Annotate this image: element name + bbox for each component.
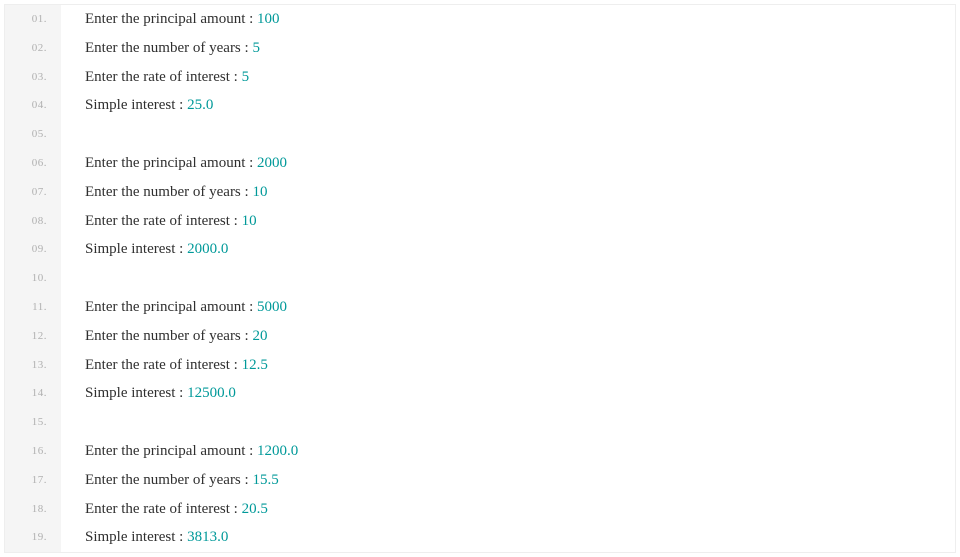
text-token: Enter the principal amount : [85, 299, 257, 315]
line-number: 10. [5, 264, 61, 293]
code-line: 18.Enter the rate of interest : 20.5 [5, 495, 955, 524]
line-number: 14. [5, 379, 61, 408]
line-content [61, 264, 89, 293]
code-line: 15. [5, 408, 955, 437]
text-token [85, 126, 89, 142]
number-literal: 12.5 [242, 357, 268, 373]
code-line: 01.Enter the principal amount : 100 [5, 5, 955, 34]
code-line: 12.Enter the number of years : 20 [5, 322, 955, 351]
code-line: 14.Simple interest : 12500.0 [5, 379, 955, 408]
number-literal: 100 [257, 11, 280, 27]
line-content: Enter the principal amount : 1200.0 [61, 437, 298, 466]
code-line: 02.Enter the number of years : 5 [5, 34, 955, 63]
line-content [61, 120, 89, 149]
line-number: 12. [5, 322, 61, 351]
number-literal: 12500.0 [187, 385, 236, 401]
code-output-block: 01.Enter the principal amount : 10002.En… [4, 4, 956, 553]
number-literal: 20.5 [242, 501, 268, 517]
text-token: Enter the rate of interest : [85, 501, 242, 517]
number-literal: 25.0 [187, 97, 213, 113]
line-number: 06. [5, 149, 61, 178]
line-number: 03. [5, 63, 61, 92]
line-content: Enter the number of years : 20 [61, 322, 267, 351]
line-number: 07. [5, 178, 61, 207]
number-literal: 2000.0 [187, 241, 228, 257]
line-number: 19. [5, 523, 61, 552]
line-content: Enter the rate of interest : 12.5 [61, 351, 268, 380]
number-literal: 10 [242, 213, 257, 229]
number-literal: 3813.0 [187, 529, 228, 545]
text-token: Enter the principal amount : [85, 155, 257, 171]
text-token: Simple interest : [85, 97, 187, 113]
code-line: 10. [5, 264, 955, 293]
code-line: 05. [5, 120, 955, 149]
code-line: 07.Enter the number of years : 10 [5, 178, 955, 207]
text-token: Simple interest : [85, 385, 187, 401]
code-line: 06.Enter the principal amount : 2000 [5, 149, 955, 178]
line-number: 09. [5, 235, 61, 264]
text-token: Enter the principal amount : [85, 443, 257, 459]
text-token: Enter the number of years : [85, 472, 252, 488]
code-line: 19.Simple interest : 3813.0 [5, 523, 955, 552]
text-token [85, 414, 89, 430]
line-content: Enter the principal amount : 2000 [61, 149, 287, 178]
line-content: Enter the rate of interest : 5 [61, 63, 249, 92]
text-token: Enter the rate of interest : [85, 69, 242, 85]
number-literal: 20 [252, 328, 267, 344]
line-number: 01. [5, 5, 61, 34]
text-token: Enter the number of years : [85, 328, 252, 344]
line-number: 15. [5, 408, 61, 437]
line-content: Simple interest : 3813.0 [61, 523, 228, 552]
line-content: Simple interest : 12500.0 [61, 379, 236, 408]
line-content [61, 408, 89, 437]
line-content: Enter the number of years : 15.5 [61, 466, 279, 495]
line-content: Enter the number of years : 5 [61, 34, 260, 63]
text-token: Simple interest : [85, 529, 187, 545]
text-token: Simple interest : [85, 241, 187, 257]
number-literal: 5000 [257, 299, 287, 315]
line-content: Enter the rate of interest : 20.5 [61, 495, 268, 524]
code-line: 03.Enter the rate of interest : 5 [5, 63, 955, 92]
text-token: Enter the number of years : [85, 40, 252, 56]
text-token: Enter the number of years : [85, 184, 252, 200]
line-number: 16. [5, 437, 61, 466]
line-content: Enter the rate of interest : 10 [61, 207, 257, 236]
line-number: 08. [5, 207, 61, 236]
text-token: Enter the principal amount : [85, 11, 257, 27]
line-number: 02. [5, 34, 61, 63]
code-line: 16.Enter the principal amount : 1200.0 [5, 437, 955, 466]
line-content: Enter the principal amount : 5000 [61, 293, 287, 322]
code-line: 17.Enter the number of years : 15.5 [5, 466, 955, 495]
line-content: Enter the principal amount : 100 [61, 5, 280, 34]
number-literal: 10 [252, 184, 267, 200]
line-content: Simple interest : 2000.0 [61, 235, 228, 264]
number-literal: 5 [252, 40, 260, 56]
line-content: Enter the number of years : 10 [61, 178, 267, 207]
text-token: Enter the rate of interest : [85, 357, 242, 373]
line-number: 18. [5, 495, 61, 524]
code-line: 04.Simple interest : 25.0 [5, 91, 955, 120]
text-token: Enter the rate of interest : [85, 213, 242, 229]
code-line: 08.Enter the rate of interest : 10 [5, 207, 955, 236]
line-number: 11. [5, 293, 61, 322]
number-literal: 5 [242, 69, 250, 85]
line-content: Simple interest : 25.0 [61, 91, 213, 120]
number-literal: 15.5 [252, 472, 278, 488]
line-number: 05. [5, 120, 61, 149]
number-literal: 2000 [257, 155, 287, 171]
number-literal: 1200.0 [257, 443, 298, 459]
line-number: 04. [5, 91, 61, 120]
code-line: 13.Enter the rate of interest : 12.5 [5, 351, 955, 380]
line-number: 17. [5, 466, 61, 495]
code-line: 09.Simple interest : 2000.0 [5, 235, 955, 264]
line-number: 13. [5, 351, 61, 380]
text-token [85, 270, 89, 286]
code-line: 11.Enter the principal amount : 5000 [5, 293, 955, 322]
